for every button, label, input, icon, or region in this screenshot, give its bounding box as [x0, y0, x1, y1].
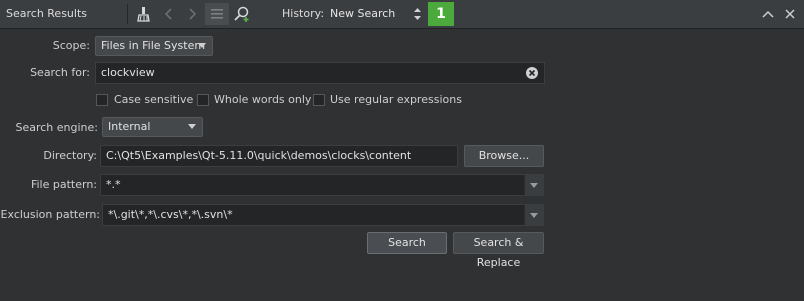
search-for-value: clockview [101, 66, 155, 79]
file-pattern-value: *.* [106, 178, 121, 191]
result-count-badge: 1 [428, 2, 454, 26]
clean-brush-icon[interactable] [135, 5, 153, 23]
search-for-input[interactable]: clockview [95, 62, 545, 84]
chevron-down-icon [188, 124, 196, 129]
scope-combo[interactable]: Files in File System [95, 36, 213, 56]
directory-label: Directory: [43, 149, 97, 162]
search-engine-label: Search engine: [15, 121, 98, 134]
back-arrow-icon[interactable] [160, 5, 178, 23]
file-pattern-label: File pattern: [30, 178, 97, 191]
directory-input[interactable]: C:\Qt5\Examples\Qt-5.11.0\quick\demos\cl… [100, 145, 458, 167]
browse-button[interactable]: Browse... [464, 145, 544, 167]
collapse-icon[interactable] [759, 5, 777, 23]
chevron-down-icon[interactable] [524, 175, 543, 195]
history-value: New Search [330, 7, 396, 20]
scope-value: Files in File System [101, 39, 206, 52]
search-engine-combo[interactable]: Internal [102, 117, 203, 137]
exclusion-pattern-label: Exclusion pattern: [0, 208, 100, 221]
updown-arrows-icon [413, 6, 422, 25]
list-icon [208, 5, 226, 23]
exclusion-pattern-input[interactable]: *\.git\*,*\.cvs\*,*\.svn\* [102, 204, 544, 226]
whole-words-checkbox[interactable] [197, 94, 209, 106]
chevron-down-icon [198, 43, 206, 48]
search-button[interactable]: Search [367, 232, 447, 254]
history-label: History: [282, 7, 325, 20]
directory-value: C:\Qt5\Examples\Qt-5.11.0\quick\demos\cl… [106, 149, 412, 162]
search-for-label: Search for: [30, 66, 90, 79]
scope-label: Scope: [52, 39, 90, 52]
whole-words-label: Whole words only [214, 93, 312, 106]
search-replace-button[interactable]: Search & Replace [453, 232, 544, 269]
case-sensitive-checkbox[interactable] [96, 94, 108, 106]
toolbar-divider [127, 4, 128, 24]
exclusion-pattern-value: *\.git\*,*\.cvs\*,*\.svn\* [108, 208, 233, 221]
regex-checkbox[interactable] [313, 94, 325, 106]
new-search-icon[interactable] [233, 5, 251, 23]
search-engine-value: Internal [108, 120, 151, 133]
clear-icon[interactable] [526, 67, 538, 79]
panel-title: Search Results [6, 7, 88, 20]
file-pattern-input[interactable]: *.* [100, 174, 544, 196]
forward-arrow-icon[interactable] [183, 5, 201, 23]
case-sensitive-label: Case sensitive [114, 93, 194, 106]
chevron-down-icon[interactable] [524, 205, 543, 225]
regex-label: Use regular expressions [330, 93, 462, 106]
history-combo[interactable]: New Search [326, 4, 426, 24]
close-icon[interactable] [781, 5, 799, 23]
